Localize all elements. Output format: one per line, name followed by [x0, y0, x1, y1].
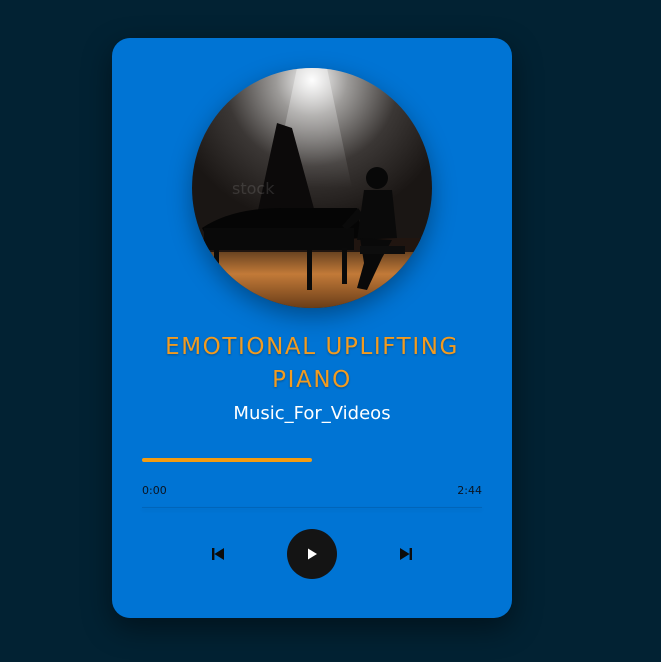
skip-previous-icon: [212, 548, 224, 560]
skip-next-icon: [400, 548, 412, 560]
page: stock EMOTIONAL UPLIFTING PIANO Music_Fo…: [0, 0, 661, 662]
playback-controls: [112, 528, 512, 580]
album-cover-image: stock: [192, 68, 432, 308]
svg-text:stock: stock: [232, 179, 275, 198]
current-time: 0:00: [142, 484, 167, 497]
play-button-circle: [287, 529, 337, 579]
music-player-card: stock EMOTIONAL UPLIFTING PIANO Music_Fo…: [112, 38, 512, 618]
progress-bar[interactable]: [142, 458, 482, 462]
play-icon: [308, 548, 317, 560]
track-title: EMOTIONAL UPLIFTING PIANO: [165, 334, 459, 393]
total-duration: 2:44: [457, 484, 482, 497]
artist-name: Music_For_Videos: [233, 403, 391, 424]
next-track-button[interactable]: [380, 528, 432, 580]
previous-track-button[interactable]: [192, 528, 244, 580]
play-button[interactable]: [286, 528, 338, 580]
divider: [142, 507, 482, 508]
progress-bar-fill: [142, 458, 312, 462]
